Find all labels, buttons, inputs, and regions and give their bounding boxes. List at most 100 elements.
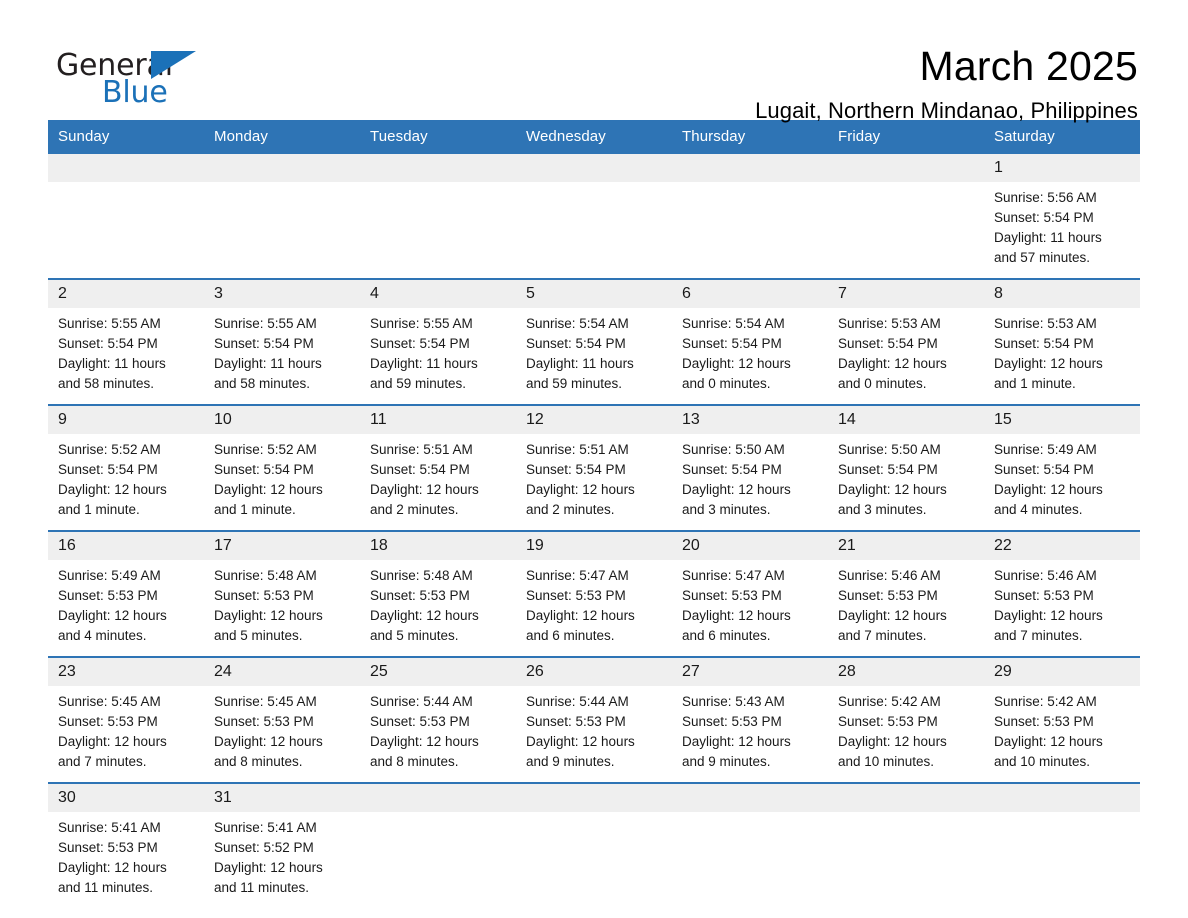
calendar-day-cell[interactable]: 6 Sunrise: 5:54 AM Sunset: 5:54 PM Daylight… xyxy=(672,278,828,405)
calendar-day-cell[interactable]: 10 Sunrise: 5:52 AM Sunset: 5:54 PM Dayligh… xyxy=(204,404,360,531)
daylight-text-line1: Daylight: 12 hours xyxy=(58,860,167,875)
day-sun-info xyxy=(516,182,672,278)
sunset-text: Sunset: 5:53 PM xyxy=(370,588,470,603)
daylight-text-line2: and 5 minutes. xyxy=(370,628,459,643)
page-header: General Blue March 2025 Lugait, Northern… xyxy=(48,0,1140,123)
calendar-day-cell[interactable]: 14 Sunrise: 5:50 AM Sunset: 5:54 PM Dayligh… xyxy=(828,404,984,531)
calendar-day-cell[interactable]: 25 Sunrise: 5:44 AM Sunset: 5:53 PM Dayligh… xyxy=(360,656,516,783)
daylight-text-line2: and 11 minutes. xyxy=(214,880,310,895)
calendar-day-cell[interactable]: 16 Sunrise: 5:49 AM Sunset: 5:53 PM Dayligh… xyxy=(48,530,204,657)
day-sun-info xyxy=(672,812,828,908)
sunrise-text: Sunrise: 5:48 AM xyxy=(370,568,473,583)
sunset-text: Sunset: 5:54 PM xyxy=(994,462,1094,477)
daylight-text-line1: Daylight: 12 hours xyxy=(214,482,323,497)
calendar-day-cell[interactable]: 17 Sunrise: 5:48 AM Sunset: 5:53 PM Dayligh… xyxy=(204,530,360,657)
sunrise-text: Sunrise: 5:54 AM xyxy=(682,316,785,331)
daylight-text-line2: and 9 minutes. xyxy=(682,754,771,769)
day-number: 27 xyxy=(672,658,828,686)
day-number: 14 xyxy=(828,406,984,434)
daylight-text-line1: Daylight: 12 hours xyxy=(58,734,167,749)
calendar-day-cell[interactable]: 22 Sunrise: 5:46 AM Sunset: 5:53 PM Dayligh… xyxy=(984,530,1140,657)
calendar-day-cell[interactable]: 8 Sunrise: 5:53 AM Sunset: 5:54 PM Daylight… xyxy=(984,278,1140,405)
daylight-text-line2: and 1 minute. xyxy=(58,502,140,517)
calendar-day-cell[interactable]: 31 Sunrise: 5:41 AM Sunset: 5:52 PM Dayligh… xyxy=(204,782,360,908)
sunrise-text: Sunrise: 5:51 AM xyxy=(370,442,473,457)
daylight-text-line2: and 0 minutes. xyxy=(838,376,927,391)
sunrise-text: Sunrise: 5:45 AM xyxy=(214,694,317,709)
daylight-text-line2: and 10 minutes. xyxy=(838,754,935,769)
calendar-day-cell[interactable]: 2 Sunrise: 5:55 AM Sunset: 5:54 PM Daylight… xyxy=(48,278,204,405)
sunset-text: Sunset: 5:54 PM xyxy=(994,210,1094,225)
calendar-page: General Blue March 2025 Lugait, Northern… xyxy=(0,0,1188,918)
calendar-day-cell[interactable]: 15 Sunrise: 5:49 AM Sunset: 5:54 PM Dayligh… xyxy=(984,404,1140,531)
day-sun-info: Sunrise: 5:53 AM Sunset: 5:54 PM Daylight:… xyxy=(984,308,1140,404)
calendar-empty-cell xyxy=(516,782,672,908)
daylight-text-line2: and 7 minutes. xyxy=(58,754,147,769)
sunset-text: Sunset: 5:54 PM xyxy=(526,462,626,477)
day-sun-info: Sunrise: 5:52 AM Sunset: 5:54 PM Daylight:… xyxy=(48,434,204,530)
daylight-text-line1: Daylight: 12 hours xyxy=(58,482,167,497)
day-number: 30 xyxy=(48,784,204,812)
day-number xyxy=(360,154,516,182)
day-sun-info xyxy=(828,812,984,908)
day-number: 3 xyxy=(204,280,360,308)
daylight-text-line2: and 6 minutes. xyxy=(682,628,771,643)
day-sun-info: Sunrise: 5:51 AM Sunset: 5:54 PM Daylight:… xyxy=(360,434,516,530)
day-sun-info: Sunrise: 5:47 AM Sunset: 5:53 PM Daylight:… xyxy=(672,560,828,656)
sunrise-text: Sunrise: 5:45 AM xyxy=(58,694,161,709)
sunrise-text: Sunrise: 5:52 AM xyxy=(58,442,161,457)
calendar-day-cell[interactable]: 3 Sunrise: 5:55 AM Sunset: 5:54 PM Daylight… xyxy=(204,278,360,405)
day-number: 6 xyxy=(672,280,828,308)
day-sun-info: Sunrise: 5:53 AM Sunset: 5:54 PM Daylight:… xyxy=(828,308,984,404)
day-sun-info: Sunrise: 5:54 AM Sunset: 5:54 PM Daylight:… xyxy=(672,308,828,404)
daylight-text-line1: Daylight: 11 hours xyxy=(214,356,322,371)
day-number: 21 xyxy=(828,532,984,560)
calendar-day-cell[interactable]: 13 Sunrise: 5:50 AM Sunset: 5:54 PM Dayligh… xyxy=(672,404,828,531)
general-blue-logo[interactable]: General Blue xyxy=(48,42,258,114)
sunrise-text: Sunrise: 5:49 AM xyxy=(58,568,161,583)
weekday-header-sunday: Sunday xyxy=(48,120,204,154)
calendar-day-cell[interactable]: 4 Sunrise: 5:55 AM Sunset: 5:54 PM Daylight… xyxy=(360,278,516,405)
calendar-day-cell[interactable]: 19 Sunrise: 5:47 AM Sunset: 5:53 PM Dayligh… xyxy=(516,530,672,657)
day-sun-info xyxy=(984,812,1140,908)
sunset-text: Sunset: 5:53 PM xyxy=(214,714,314,729)
calendar-day-cell[interactable]: 18 Sunrise: 5:48 AM Sunset: 5:53 PM Dayligh… xyxy=(360,530,516,657)
calendar-day-cell[interactable]: 29 Sunrise: 5:42 AM Sunset: 5:53 PM Dayligh… xyxy=(984,656,1140,783)
calendar-day-cell[interactable]: 7 Sunrise: 5:53 AM Sunset: 5:54 PM Daylight… xyxy=(828,278,984,405)
calendar-day-cell[interactable]: 26 Sunrise: 5:44 AM Sunset: 5:53 PM Dayligh… xyxy=(516,656,672,783)
calendar-week-row: 23 Sunrise: 5:45 AM Sunset: 5:53 PM Dayligh… xyxy=(48,656,1140,783)
sunset-text: Sunset: 5:53 PM xyxy=(370,714,470,729)
day-sun-info: Sunrise: 5:55 AM Sunset: 5:54 PM Daylight:… xyxy=(360,308,516,404)
calendar-day-cell[interactable]: 27 Sunrise: 5:43 AM Sunset: 5:53 PM Dayligh… xyxy=(672,656,828,783)
calendar-week-row: 1 Sunrise: 5:56 AM Sunset: 5:54 PM Daylight… xyxy=(48,154,1140,279)
calendar-day-cell[interactable]: 5 Sunrise: 5:54 AM Sunset: 5:54 PM Daylight… xyxy=(516,278,672,405)
daylight-text-line2: and 8 minutes. xyxy=(370,754,459,769)
sunset-text: Sunset: 5:53 PM xyxy=(682,588,782,603)
calendar-day-cell[interactable]: 21 Sunrise: 5:46 AM Sunset: 5:53 PM Dayligh… xyxy=(828,530,984,657)
sunset-text: Sunset: 5:53 PM xyxy=(838,588,938,603)
calendar-day-cell[interactable]: 28 Sunrise: 5:42 AM Sunset: 5:53 PM Dayligh… xyxy=(828,656,984,783)
sunset-text: Sunset: 5:54 PM xyxy=(214,336,314,351)
calendar-day-cell[interactable]: 24 Sunrise: 5:45 AM Sunset: 5:53 PM Dayligh… xyxy=(204,656,360,783)
sunset-text: Sunset: 5:54 PM xyxy=(214,462,314,477)
sunrise-text: Sunrise: 5:52 AM xyxy=(214,442,317,457)
day-number xyxy=(48,154,204,182)
calendar-day-cell[interactable]: 1 Sunrise: 5:56 AM Sunset: 5:54 PM Daylight… xyxy=(984,154,1140,279)
calendar-day-cell[interactable]: 20 Sunrise: 5:47 AM Sunset: 5:53 PM Dayligh… xyxy=(672,530,828,657)
calendar-day-cell[interactable]: 11 Sunrise: 5:51 AM Sunset: 5:54 PM Dayligh… xyxy=(360,404,516,531)
calendar-day-cell[interactable]: 12 Sunrise: 5:51 AM Sunset: 5:54 PM Dayligh… xyxy=(516,404,672,531)
day-number: 20 xyxy=(672,532,828,560)
calendar-day-cell[interactable]: 9 Sunrise: 5:52 AM Sunset: 5:54 PM Daylight… xyxy=(48,404,204,531)
day-sun-info: Sunrise: 5:44 AM Sunset: 5:53 PM Daylight:… xyxy=(360,686,516,782)
day-sun-info: Sunrise: 5:46 AM Sunset: 5:53 PM Daylight:… xyxy=(984,560,1140,656)
daylight-text-line2: and 58 minutes. xyxy=(58,376,155,391)
daylight-text-line2: and 2 minutes. xyxy=(370,502,459,517)
sunrise-text: Sunrise: 5:47 AM xyxy=(526,568,629,583)
calendar-day-cell[interactable]: 23 Sunrise: 5:45 AM Sunset: 5:53 PM Dayligh… xyxy=(48,656,204,783)
day-number: 8 xyxy=(984,280,1140,308)
daylight-text-line2: and 3 minutes. xyxy=(682,502,771,517)
day-sun-info: Sunrise: 5:51 AM Sunset: 5:54 PM Daylight:… xyxy=(516,434,672,530)
day-sun-info: Sunrise: 5:55 AM Sunset: 5:54 PM Daylight:… xyxy=(204,308,360,404)
calendar-day-cell[interactable]: 30 Sunrise: 5:41 AM Sunset: 5:53 PM Dayligh… xyxy=(48,782,204,908)
sunrise-text: Sunrise: 5:41 AM xyxy=(58,820,161,835)
